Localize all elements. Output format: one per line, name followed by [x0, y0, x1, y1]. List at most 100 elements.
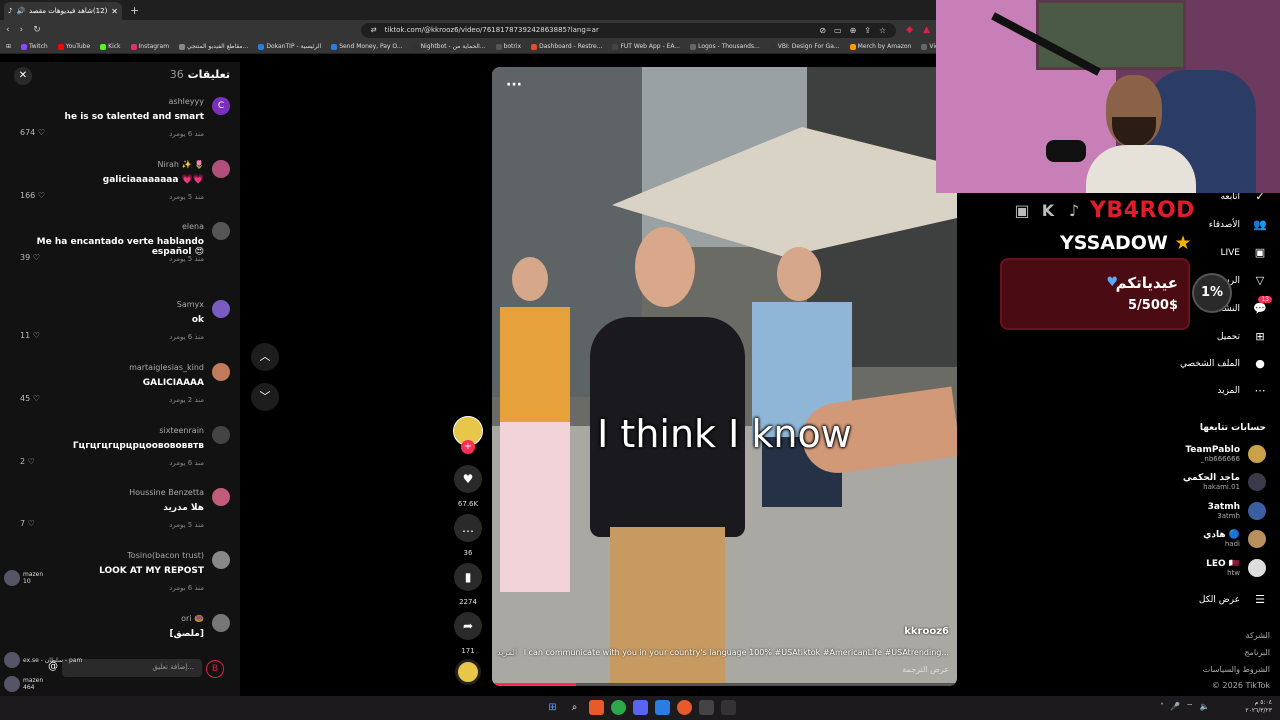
comment-username[interactable]: Houssine Benzetta — [129, 488, 204, 497]
comment-username[interactable]: Samyx — [177, 300, 204, 309]
footer-link[interactable]: الشروط والسياسات — [1203, 665, 1270, 674]
followed-account[interactable]: هادي 🔵 hadi — [1203, 530, 1266, 548]
chrome-icon[interactable] — [611, 700, 626, 715]
sidebar-item[interactable]: تحميل ⊞ — [1217, 330, 1268, 343]
followed-account[interactable]: 3atmh 3atmh — [1208, 502, 1266, 520]
video-player[interactable]: ··· I think I know kkrooz6 المزيد I can … — [492, 67, 957, 686]
video-more-options-icon[interactable]: ··· — [506, 77, 522, 93]
comment-like[interactable]: 166 ♡ — [20, 191, 45, 200]
forward-icon[interactable]: › — [20, 25, 24, 35]
previous-video-button[interactable]: ︿ — [251, 343, 279, 371]
comment-username[interactable]: ashleyyy — [169, 97, 205, 106]
comment-username[interactable]: ori 🍩 — [181, 614, 204, 623]
bookmark-item[interactable]: botrix — [495, 43, 521, 50]
close-tab-icon[interactable]: ✕ — [111, 7, 118, 16]
rewards-icon[interactable]: ▲ — [923, 25, 930, 35]
sidebar-item[interactable]: الأصدقاء 👥 — [1209, 218, 1268, 231]
brave-shield-icon[interactable]: ◆ — [906, 25, 913, 35]
footer-link[interactable]: © 2026 TikTok — [1212, 681, 1270, 690]
app-icon[interactable] — [721, 700, 736, 715]
comment-like[interactable]: 45 ♡ — [20, 394, 40, 403]
sidebar-item[interactable]: الملف الشخصي ● — [1180, 357, 1268, 370]
bookmark-icon[interactable]: ▮ — [454, 563, 482, 591]
next-video-button[interactable]: ﹀ — [251, 383, 279, 411]
video-author[interactable]: kkrooz6 — [904, 626, 949, 637]
comment-input[interactable]: إضافة تعليق... — [62, 659, 202, 677]
bookmark-item[interactable]: Logos - Thousands... — [690, 43, 760, 50]
save-action[interactable]: ▮ 2274 — [452, 563, 484, 606]
bookmark-item[interactable]: DokanTIP - الرئيسية — [258, 43, 321, 50]
heart-outline-icon[interactable]: ♡ — [35, 128, 45, 137]
comment-like[interactable]: 7 ♡ — [20, 519, 35, 528]
browser-tab[interactable]: ♪ 🔊 (12)شاهد فيديوهات مقصدرة | ✕ — [4, 2, 122, 20]
close-comments-button[interactable]: ✕ — [14, 67, 32, 85]
share-action[interactable]: ➦ 171 — [452, 612, 484, 655]
comment-username[interactable]: martaiglesias_kind — [129, 363, 204, 372]
heart-outline-icon[interactable]: ♡ — [30, 253, 40, 262]
brave-icon[interactable] — [589, 700, 604, 715]
bookmark-item[interactable]: مقاطع الفيديو المنتجي... — [179, 43, 248, 50]
app-icon[interactable] — [655, 700, 670, 715]
avatar[interactable] — [212, 551, 230, 569]
zoom-icon[interactable]: ⊕ — [850, 26, 857, 35]
followed-account[interactable]: LEO 🇶🇦 htw — [1206, 559, 1266, 577]
heart-outline-icon[interactable]: ♡ — [30, 331, 40, 340]
comment-username[interactable]: Nirah ✨ 🌷 — [158, 160, 204, 169]
app-icon[interactable] — [699, 700, 714, 715]
bookmark-item[interactable]: VBI: Design For Ga... — [769, 43, 840, 50]
avatar[interactable] — [212, 222, 230, 240]
mic-icon[interactable]: 🎤 — [1170, 702, 1180, 712]
comment-like[interactable]: 674 ♡ — [20, 128, 45, 137]
sidebar-item[interactable]: LIVE ▣ — [1220, 246, 1268, 259]
search-icon[interactable]: ⌕ — [567, 700, 582, 715]
sidebar-item[interactable]: المزيد ⋯ — [1217, 384, 1268, 397]
comment-like[interactable]: 11 ♡ — [20, 331, 40, 340]
reload-icon[interactable]: ↻ — [33, 25, 41, 35]
comment-username[interactable]: Tosino(bacon trust) — [127, 551, 204, 560]
chevron-up-icon[interactable]: ˄ — [1160, 702, 1164, 712]
comment-username[interactable]: elena — [182, 222, 204, 231]
avatar[interactable] — [212, 426, 230, 444]
heart-icon[interactable]: ♥ — [454, 465, 482, 493]
address-bar[interactable]: ⇄ tiktok.com/@kkrooz6/video/761817873924… — [360, 22, 897, 38]
see-translation-link[interactable]: عرض الترجمة — [902, 665, 949, 674]
avatar[interactable] — [212, 614, 230, 632]
taskbar-clock[interactable]: ٥:٠٤ م ٢٠٢٦/٣/٢٣ — [1245, 699, 1272, 715]
followed-account[interactable]: ماجد الحكمي hakami.01 — [1183, 473, 1266, 491]
bookmark-item[interactable]: Kick — [100, 43, 121, 50]
comment-username[interactable]: sixteenrain — [159, 426, 204, 435]
site-info-icon[interactable]: ⇄ — [371, 26, 377, 34]
share-icon[interactable]: ⇪ — [864, 26, 871, 35]
volume-icon[interactable]: 🔈 — [1200, 702, 1210, 712]
music-disc-icon[interactable] — [455, 659, 481, 685]
see-more-link[interactable]: المزيد — [497, 648, 517, 657]
bookmark-item[interactable]: YouTube — [57, 43, 90, 50]
follow-plus-icon[interactable]: + — [461, 440, 475, 454]
comment-icon[interactable]: … — [454, 514, 482, 542]
video-progress-bar[interactable] — [492, 683, 957, 686]
wifi-icon[interactable]: ⌔ — [1186, 702, 1194, 712]
followed-account[interactable]: TeamPablo _nb666666 — [1185, 445, 1266, 463]
bookmark-item[interactable]: Instagram — [130, 43, 169, 50]
comment-action[interactable]: … 36 — [452, 514, 484, 557]
app-icon[interactable] — [677, 700, 692, 715]
bookmark-item[interactable]: Send Money, Pay O... — [331, 43, 403, 50]
see-all-link[interactable]: عرض الكل ☰ — [1199, 593, 1268, 606]
avatar[interactable] — [212, 363, 230, 381]
heart-outline-icon[interactable]: ♡ — [25, 519, 35, 528]
comment-like[interactable]: 39 ♡ — [20, 253, 40, 262]
translate-icon[interactable]: ⊘ — [819, 26, 826, 35]
back-icon[interactable]: ‹ — [6, 25, 10, 35]
comment-like[interactable]: 2 ♡ — [20, 457, 35, 466]
bookmark-item[interactable]: Dashboard - Restre... — [531, 43, 602, 50]
apps-grid-icon[interactable]: ⊞ — [6, 43, 11, 50]
heart-outline-icon[interactable]: ♡ — [30, 394, 40, 403]
share-arrow-icon[interactable]: ➦ — [454, 612, 482, 640]
avatar[interactable] — [212, 300, 230, 318]
like-action[interactable]: ♥ 67.6K — [452, 465, 484, 508]
avatar[interactable]: C — [212, 97, 230, 115]
discord-icon[interactable] — [633, 700, 648, 715]
heart-outline-icon[interactable]: ♡ — [25, 457, 35, 466]
cast-icon[interactable]: ▭ — [834, 26, 842, 35]
avatar[interactable] — [212, 160, 230, 178]
